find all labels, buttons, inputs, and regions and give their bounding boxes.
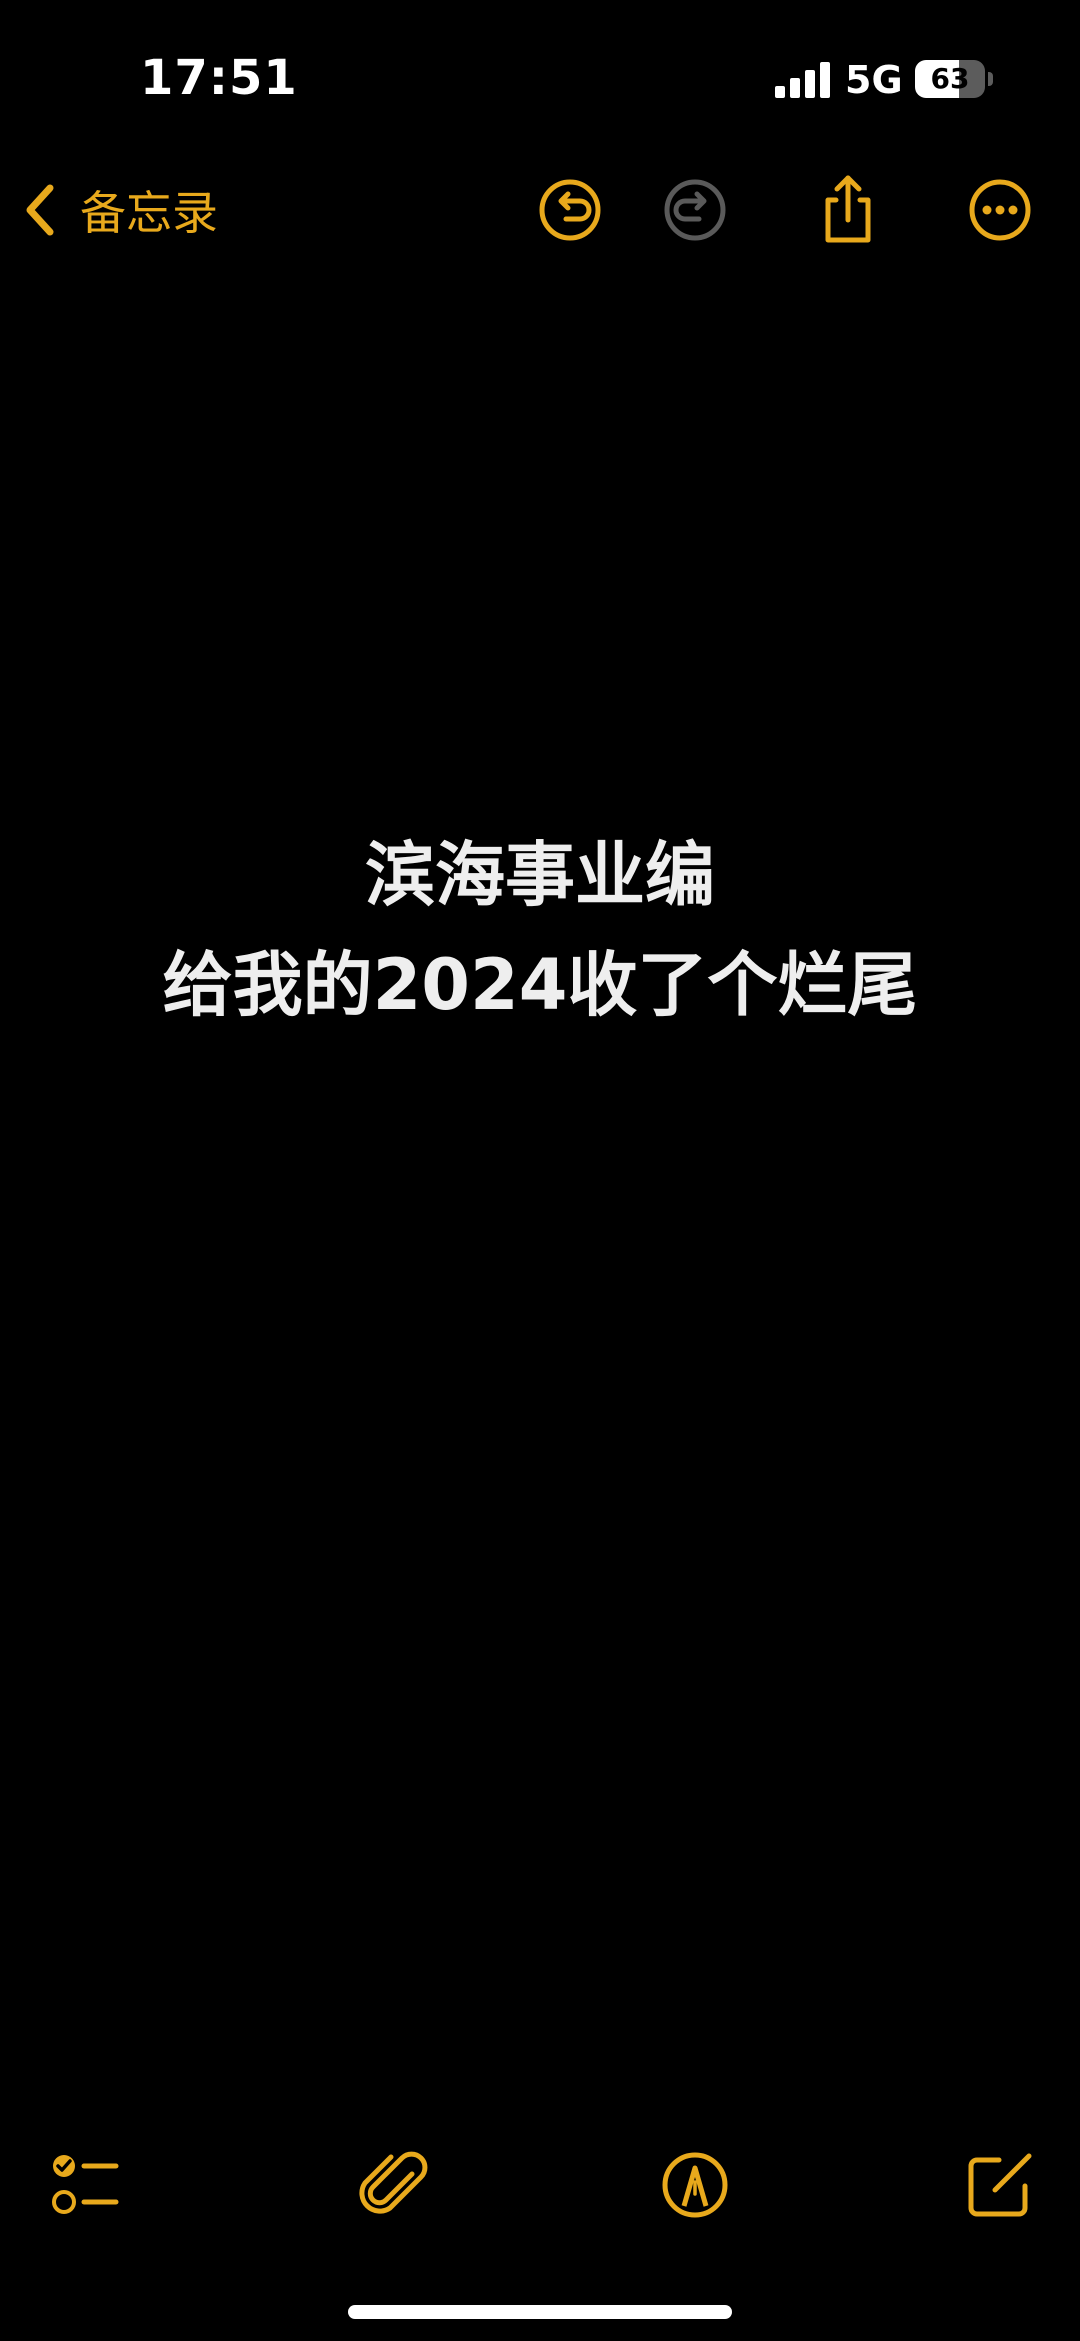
nav-bar: 备忘录 (0, 150, 1080, 270)
more-button[interactable] (960, 170, 1040, 250)
ellipsis-circle-icon (969, 179, 1031, 241)
compose-icon (968, 2153, 1032, 2217)
network-type: 5G (845, 58, 903, 102)
bottom-toolbar (0, 2140, 1080, 2240)
pen-circle-icon (662, 2152, 728, 2218)
note-line-1: 滨海事业编 (365, 834, 715, 916)
back-button[interactable]: 备忘录 (20, 175, 218, 245)
status-time: 17:51 (140, 50, 298, 106)
checklist-icon (52, 2155, 119, 2214)
cellular-signal-icon (775, 62, 830, 98)
share-icon (825, 175, 871, 243)
battery-icon: 63 (915, 60, 985, 98)
redo-icon (664, 179, 726, 241)
compose-button[interactable] (955, 2140, 1045, 2230)
home-indicator[interactable] (348, 2305, 732, 2319)
note-line-2: 给我的2024收了个烂尾 (162, 944, 918, 1026)
back-label: 备忘录 (80, 186, 218, 240)
undo-icon (539, 179, 601, 241)
attachment-button[interactable] (350, 2140, 440, 2230)
battery-tip (988, 72, 993, 86)
battery-level: 63 (930, 62, 970, 95)
status-bar: 17:51 5G 63 (0, 0, 1080, 140)
markup-button[interactable] (650, 2140, 740, 2230)
share-button[interactable] (808, 170, 888, 250)
note-body[interactable]: 滨海事业编 给我的2024收了个烂尾 (0, 820, 1080, 1040)
paperclip-icon (359, 2151, 428, 2214)
chevron-left-icon (26, 184, 54, 236)
undo-button[interactable] (530, 170, 610, 250)
redo-button[interactable] (655, 170, 735, 250)
checklist-button[interactable] (40, 2140, 130, 2230)
